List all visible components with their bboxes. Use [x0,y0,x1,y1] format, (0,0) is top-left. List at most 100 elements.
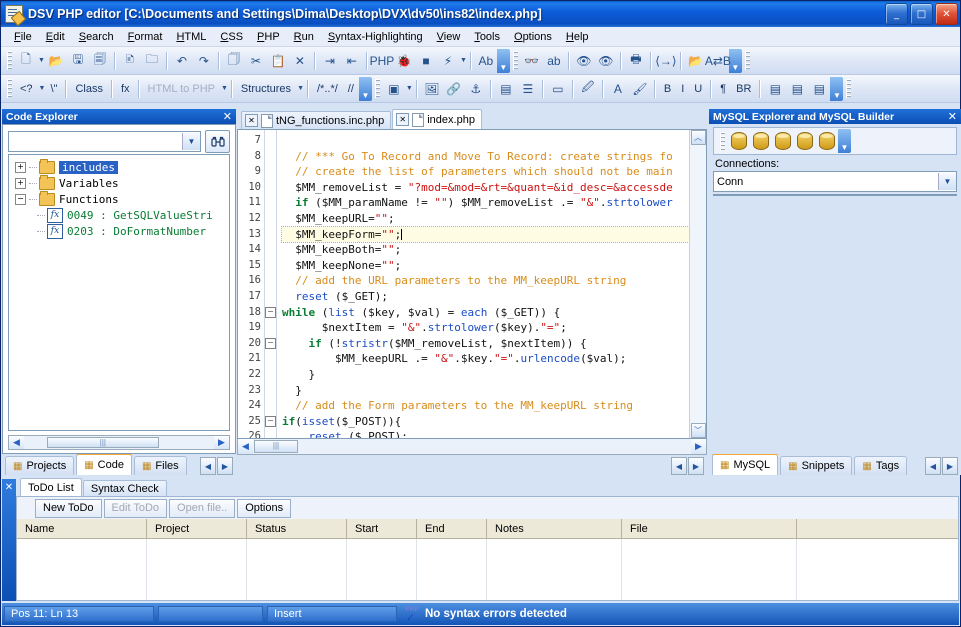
copy-icon[interactable]: 🗍 [223,50,245,72]
fold-cell[interactable] [265,133,276,149]
cut-icon[interactable]: ✂ [245,50,267,72]
tree-item[interactable]: fx 0203 : DoFormatNumber [11,223,227,239]
align-center-icon[interactable]: ▤ [786,78,808,100]
compare-icon[interactable]: A⇄B [705,50,731,72]
menu-item-css[interactable]: CSS [213,30,250,44]
list-icon[interactable]: ☰ [517,78,539,100]
underline-button[interactable]: U [689,78,707,100]
fold-cell[interactable] [265,195,276,211]
code-explorer-tab-projects[interactable]: ▦ Projects [5,456,75,475]
color-icon[interactable]: 🖌 [629,78,651,100]
code-line[interactable]: reset ($_POST); [282,429,689,438]
todo-grid-body[interactable] [17,539,958,600]
tree-item[interactable]: fx 0049 : GetSQLValueStri [11,207,227,223]
todo-button-options[interactable]: Options [237,498,292,518]
editor-vscrollbar[interactable]: ︿ ﹀ [689,130,706,438]
code-line[interactable]: if ($MM_paramName != "") $MM_removeList … [282,195,689,211]
fold-toggle-icon[interactable]: − [265,337,276,349]
connection-select[interactable]: Conn ▼ [713,171,957,192]
save-icon[interactable]: 🖫 [67,50,89,72]
tree-expander[interactable]: − [15,193,26,205]
menu-item-html[interactable]: HTML [169,30,213,44]
code-explorer-nav-prev-icon[interactable]: ◀ [200,457,216,475]
link-icon[interactable]: 🔗 [443,78,465,100]
image-icon[interactable]: 🖼 [421,78,443,100]
fold-cell[interactable] [265,149,276,165]
todo-tab-syntax-check[interactable]: Syntax Check [82,480,167,496]
function-button[interactable]: fx [116,78,135,100]
db-scroll-up-icon[interactable]: ︿ [941,195,956,196]
editor-tab-tng-functions-inc-php[interactable]: ✕ tNG_functions.inc.php [241,111,392,129]
code-line[interactable]: while (list ($key, $val) = each ($_GET))… [282,305,689,321]
code-explorer-tab-files[interactable]: ▦ Files [133,456,187,475]
menu-item-php[interactable]: PHP [250,30,287,44]
chevron-down-icon[interactable]: ▼ [938,173,956,190]
code-explorer-tree[interactable]: + includes + Variables − Functions fx 0049 : Ge… [8,154,230,431]
code-line[interactable]: $MM_removeList = "?mod=&mod=&rt=&quant=&… [282,180,689,196]
anchor-icon[interactable]: ⚓ [465,78,487,100]
new-file-icon-dropdown[interactable]: ▼ [38,57,45,64]
code-line[interactable]: // add the Form parameters to the MM_kee… [282,398,689,414]
open-folder-icon[interactable]: 📂 [685,50,707,72]
manage-db-icon[interactable] [772,130,794,152]
hscroll-track[interactable] [24,436,214,449]
php-tag-button-dropdown[interactable]: ▼ [39,85,46,92]
fold-cell[interactable] [265,164,276,180]
case-convert-icon[interactable]: Ab [475,50,497,72]
code-explorer-filter-input[interactable]: ▼ [8,131,201,152]
fold-cell[interactable] [265,289,276,305]
editor-tab-close-icon[interactable]: ✕ [245,114,258,127]
code-line[interactable]: } [282,383,689,399]
editor-scroll-right-icon[interactable]: ▶ [691,439,706,454]
code-editor[interactable]: 7 8 9 10 11 12 13 14 15 16 17 18 19 20 21 22 23 24 25 26 − −… [237,129,707,439]
bold-button[interactable]: B [659,78,676,100]
mysql-tab-mysql[interactable]: ▦ MySQL [712,453,779,475]
database-table-list[interactable]: +dv8.dwstats_stats+dv8.ec_accounts+dv8.e… [713,194,957,196]
new-connection-icon[interactable] [728,130,750,152]
editor-nav-next-icon[interactable]: ▶ [688,457,704,475]
mysql-tab-snippets[interactable]: ▦ Snippets [780,456,853,475]
menu-item-file[interactable]: File [7,30,39,44]
code-line[interactable] [282,133,689,149]
find-prev-icon[interactable]: 👁 [595,50,617,72]
html-to-php-button-dropdown[interactable]: ▼ [221,85,228,92]
code-line[interactable]: if(isset($_POST)){ [282,414,689,430]
structures-button-dropdown[interactable]: ▼ [297,85,304,92]
align-right-icon[interactable]: ▤ [808,78,830,100]
fold-cell[interactable] [265,383,276,399]
chevron-down-icon[interactable]: ▼ [182,133,200,150]
code-line[interactable]: // create the list of parameters which s… [282,164,689,180]
todo-tab-todo-list[interactable]: ToDo List [20,478,82,496]
italic-button[interactable]: I [676,78,689,100]
fold-cell[interactable] [265,367,276,383]
menu-item-tools[interactable]: Tools [467,30,507,44]
fold-cell[interactable] [265,258,276,274]
code-explorer-hscrollbar[interactable]: ◀ ▶ [8,435,230,450]
code-explorer-tab-code[interactable]: ▦ Code [76,453,132,475]
layer-icon[interactable]: ▭ [547,78,569,100]
menu-item-edit[interactable]: Edit [39,30,72,44]
mysql-tab-tags[interactable]: ▦ Tags [854,456,908,475]
outdent-icon[interactable]: ⇤ [341,50,363,72]
editor-tab-close-icon[interactable]: ✕ [396,113,410,126]
tree-item[interactable]: − Functions [11,190,227,207]
fold-cell[interactable] [265,429,276,438]
fold-cell[interactable]: − [265,305,276,321]
mysql-toolbar-overflow-button[interactable]: ▼ [838,129,851,153]
html-to-php-button[interactable]: HTML to PHP [143,78,220,100]
fold-cell[interactable] [265,211,276,227]
goto-icon[interactable]: ⟨→⟩ [655,50,677,72]
todo-close-icon[interactable]: ✕ [2,479,16,601]
undo-icon[interactable]: ↶ [171,50,193,72]
todo-button-edit-todo[interactable]: Edit ToDo [103,498,168,518]
fold-cell[interactable]: − [265,336,276,352]
menu-item-format[interactable]: Format [121,30,170,44]
code-folding-column[interactable]: − − − [264,130,277,438]
fold-cell[interactable] [265,227,276,243]
fold-cell[interactable]: − [265,414,276,430]
tree-item[interactable]: + includes [11,158,227,175]
fold-cell[interactable] [265,351,276,367]
code-line[interactable]: $nextItem = "&".strtolower($key)."="; [282,320,689,336]
close-button[interactable]: ✕ [935,3,958,25]
print-icon[interactable]: 🖶 [625,50,647,72]
